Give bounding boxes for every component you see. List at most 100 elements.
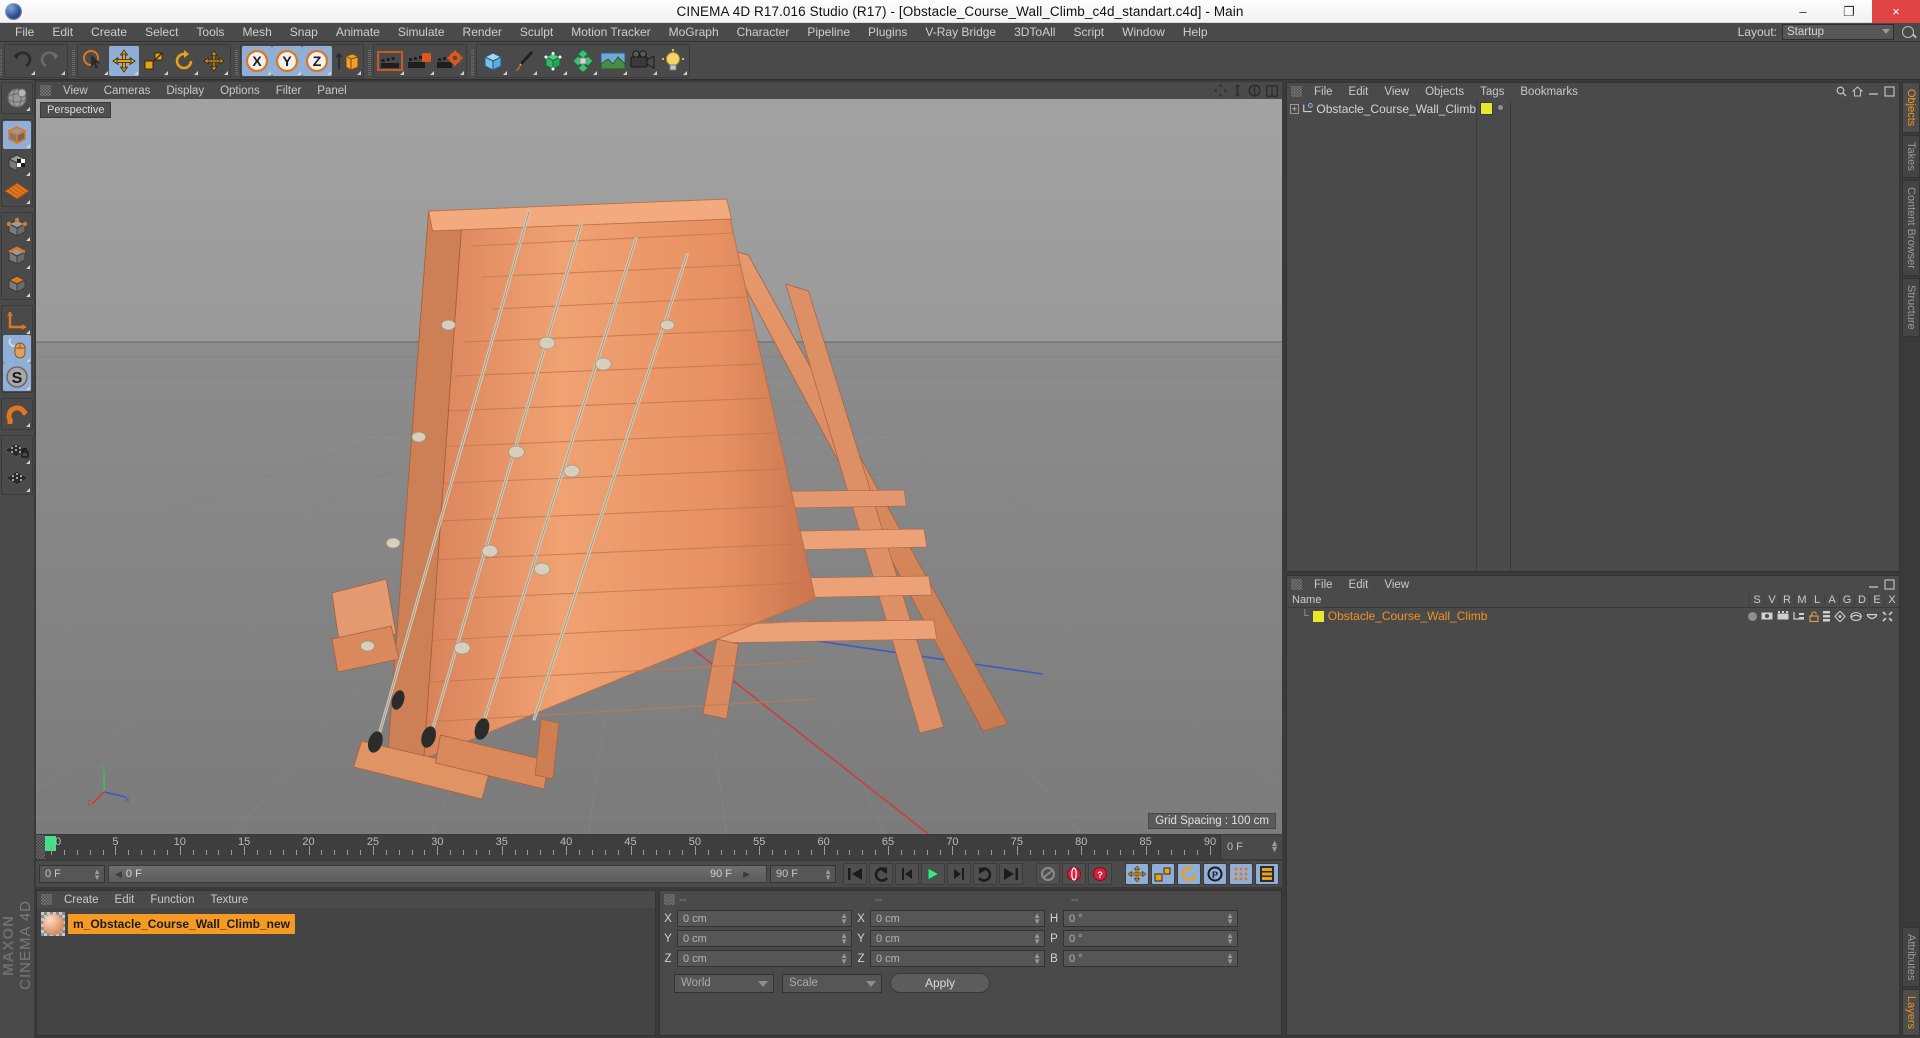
object-tags-column[interactable] xyxy=(1477,100,1511,571)
lock-y-axis[interactable]: Y xyxy=(272,45,302,76)
submenu-indicator-icon[interactable] xyxy=(26,107,30,111)
material-menu-function[interactable]: Function xyxy=(142,894,202,906)
submenu-indicator-icon[interactable] xyxy=(224,70,228,75)
position-y-field[interactable]: 0 cm ▲ ▼ xyxy=(677,930,852,947)
submenu-indicator-icon[interactable] xyxy=(653,70,657,75)
layer-name-cell[interactable]: └ Obstacle_Course_Wall_Climb xyxy=(1287,609,1748,623)
render-to-picture-viewer-button[interactable] xyxy=(405,46,435,76)
search-icon[interactable] xyxy=(1836,86,1847,97)
rotation-h-field[interactable]: 0 ° ▲ ▼ xyxy=(1063,910,1238,927)
current-frame-field[interactable]: 0 F ▲ ▼ xyxy=(1220,835,1282,859)
panel-grip-icon[interactable] xyxy=(36,835,45,859)
layer-menu-view[interactable]: View xyxy=(1376,579,1417,591)
autokey-button[interactable] xyxy=(1036,863,1060,885)
submenu-indicator-icon[interactable] xyxy=(26,460,30,464)
home-icon[interactable] xyxy=(1852,86,1863,97)
object-manager-empty-area[interactable] xyxy=(1511,100,1899,571)
axis-mode-button[interactable] xyxy=(3,307,31,335)
submenu-indicator-icon[interactable] xyxy=(593,70,597,75)
minimize-button[interactable]: – xyxy=(1780,0,1826,23)
lock-x-axis[interactable]: X xyxy=(242,45,272,76)
viewport-menu-panel[interactable]: Panel xyxy=(309,85,354,97)
live-selection-tool[interactable] xyxy=(79,46,109,76)
object-tree[interactable]: + Obstacle_Course_Wall_Climb xyxy=(1287,100,1477,571)
material-list[interactable]: m_Obstacle_Course_Wall_Climb_new xyxy=(37,908,655,1035)
object-menu-objects[interactable]: Objects xyxy=(1417,86,1472,98)
submenu-indicator-icon[interactable] xyxy=(31,70,35,75)
menu-animate[interactable]: Animate xyxy=(327,23,389,42)
record-active-objects-button[interactable] xyxy=(1062,863,1086,885)
spinner-icon[interactable]: ▲ ▼ xyxy=(1226,912,1234,926)
object-name[interactable]: Obstacle_Course_Wall_Climb xyxy=(1316,102,1476,116)
rotation-b-field[interactable]: 0 ° ▲ ▼ xyxy=(1063,950,1238,967)
viewport-menu-cameras[interactable]: Cameras xyxy=(96,85,159,97)
spinner-icon[interactable]: ▲ ▼ xyxy=(93,868,101,882)
record-pla-button[interactable] xyxy=(1229,863,1253,885)
material-item[interactable]: m_Obstacle_Course_Wall_Climb_new xyxy=(41,912,651,936)
material-menu-edit[interactable]: Edit xyxy=(107,894,143,906)
generator-toggle-icon[interactable] xyxy=(1834,610,1846,622)
render-view-button[interactable] xyxy=(375,46,405,76)
submenu-indicator-icon[interactable] xyxy=(26,237,30,241)
play-forwards-button[interactable] xyxy=(973,863,997,885)
submenu-indicator-icon[interactable] xyxy=(460,70,464,75)
timeline-toggle-button[interactable] xyxy=(1255,863,1279,885)
animation-toggle-icon[interactable] xyxy=(1823,610,1830,622)
scrub-left-icon[interactable]: ◀ xyxy=(115,869,122,880)
deformer-toggle-icon[interactable] xyxy=(1850,611,1862,622)
start-frame-field[interactable]: 0 F ▲ ▼ xyxy=(39,865,105,883)
layer-column-r[interactable]: R xyxy=(1779,594,1794,606)
redo-button[interactable] xyxy=(36,46,66,76)
submenu-indicator-icon[interactable] xyxy=(533,70,537,75)
rotate-tool[interactable] xyxy=(169,46,199,76)
menu-render[interactable]: Render xyxy=(454,23,511,42)
layer-column-a[interactable]: A xyxy=(1824,594,1839,606)
size-x-field[interactable]: 0 cm ▲ ▼ xyxy=(870,910,1045,927)
layer-column-x[interactable]: X xyxy=(1884,594,1899,606)
submenu-indicator-icon[interactable] xyxy=(26,358,30,362)
viewport-menu-view[interactable]: View xyxy=(55,85,96,97)
tab-objects[interactable]: Objects xyxy=(1902,82,1920,134)
spinner-icon[interactable]: ▲ ▼ xyxy=(1033,912,1041,926)
minimize-panel-icon[interactable] xyxy=(1868,579,1879,590)
layer-column-e[interactable]: E xyxy=(1869,594,1884,606)
polygons-mode-button[interactable] xyxy=(3,270,31,298)
object-menu-view[interactable]: View xyxy=(1376,86,1417,98)
menu-tools[interactable]: Tools xyxy=(187,23,233,42)
tab-layers[interactable]: Layers xyxy=(1902,988,1920,1036)
previous-frame-button[interactable] xyxy=(895,863,919,885)
move-axis-tool[interactable] xyxy=(199,46,229,76)
transform-mode-dropdown[interactable]: Scale xyxy=(782,973,882,993)
manager-toggle-icon[interactable] xyxy=(1793,611,1805,621)
menu-script[interactable]: Script xyxy=(1064,23,1113,42)
scale-tool[interactable] xyxy=(139,46,169,76)
add-deformer-button[interactable] xyxy=(568,46,598,76)
scrub-right-icon[interactable]: ▶ xyxy=(743,869,750,880)
material-name[interactable]: m_Obstacle_Course_Wall_Climb_new xyxy=(68,914,295,934)
record-scale-button[interactable] xyxy=(1151,863,1175,885)
visibility-dot-icon[interactable] xyxy=(1498,105,1503,110)
layer-name[interactable]: Obstacle_Course_Wall_Climb xyxy=(1328,609,1488,623)
size-y-field[interactable]: 0 cm ▲ ▼ xyxy=(870,930,1045,947)
submenu-indicator-icon[interactable] xyxy=(26,386,30,390)
menu-file[interactable]: File xyxy=(6,23,43,42)
minimize-panel-icon[interactable] xyxy=(1868,86,1879,97)
object-menu-bookmarks[interactable]: Bookmarks xyxy=(1512,86,1586,98)
menu-snap[interactable]: Snap xyxy=(281,23,327,42)
apply-button[interactable]: Apply xyxy=(890,973,990,993)
workplane-lock-button[interactable] xyxy=(3,437,31,465)
timeline-track[interactable]: 0 5 10 15 20 25 30 35 40 45 50 55 60 65 70 75 80 85 90 xyxy=(45,835,1220,859)
edges-mode-button[interactable] xyxy=(3,242,31,270)
panel-grip-icon[interactable] xyxy=(41,894,52,905)
spinner-icon[interactable]: ▲ ▼ xyxy=(824,868,832,882)
material-menu-create[interactable]: Create xyxy=(56,894,107,906)
maximize-panel-icon[interactable] xyxy=(1884,579,1895,590)
layer-color-tag[interactable] xyxy=(1480,102,1493,115)
model-mode-button[interactable] xyxy=(3,121,31,149)
submenu-indicator-icon[interactable] xyxy=(164,70,168,75)
maximize-view-icon[interactable] xyxy=(1266,84,1278,97)
panel-grip-icon[interactable] xyxy=(1291,86,1302,97)
menu-create[interactable]: Create xyxy=(82,23,136,42)
close-button[interactable]: × xyxy=(1872,0,1920,23)
submenu-indicator-icon[interactable] xyxy=(134,70,138,75)
